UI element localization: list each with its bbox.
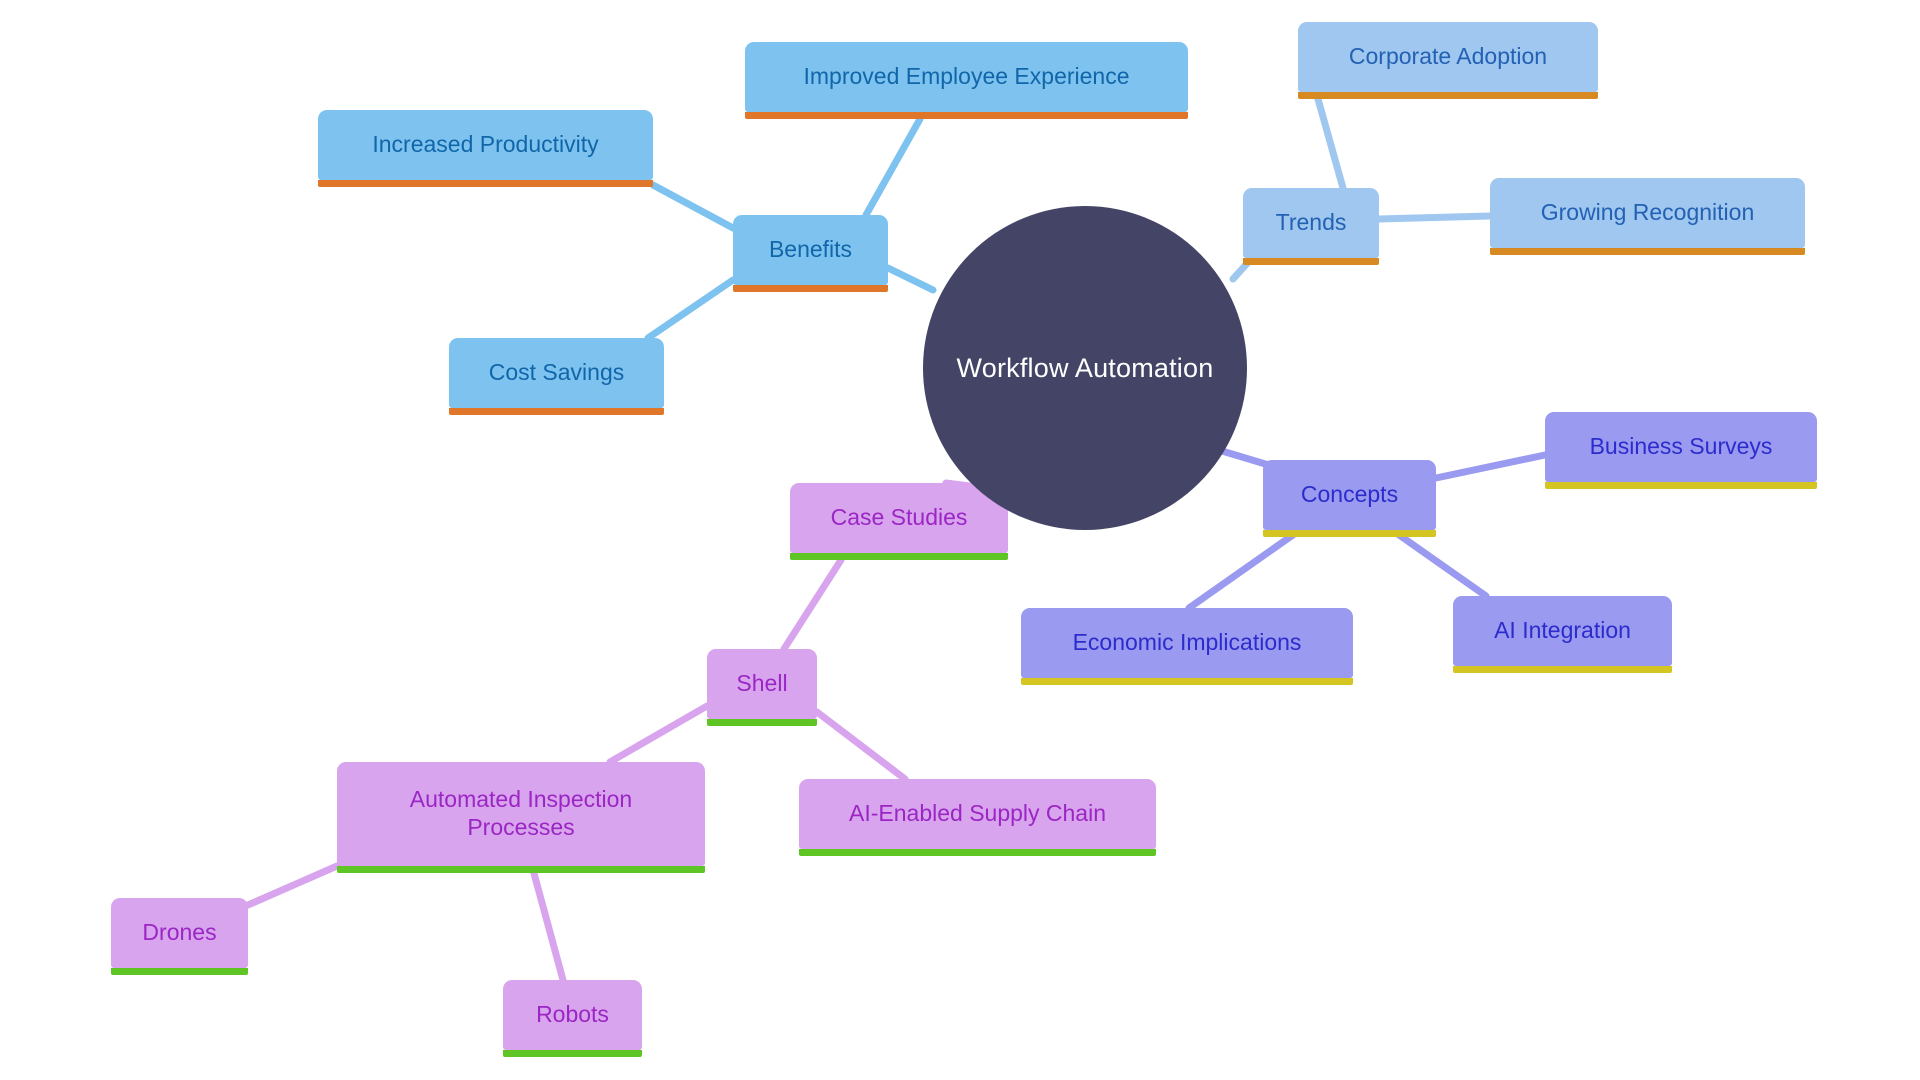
node-ai-integration[interactable]: AI Integration (1453, 596, 1672, 673)
node-label-cost-savings: Cost Savings (488, 359, 625, 386)
node-business-surveys[interactable]: Business Surveys (1545, 412, 1817, 489)
node-label-benefits: Benefits (768, 236, 853, 263)
node-concepts[interactable]: Concepts (1263, 460, 1436, 537)
node-label-ai-enabled-supply-chain: AI-Enabled Supply Chain (849, 800, 1106, 827)
node-label-corporate-adoption: Corporate Adoption (1348, 43, 1548, 70)
node-label-case-studies: Case Studies (830, 504, 968, 531)
node-economic-implications[interactable]: Economic Implications (1021, 608, 1353, 685)
edge-case_studies-to-shell (780, 556, 845, 653)
node-shell[interactable]: Shell (707, 649, 817, 726)
edge-benefits-to-increased_productivity (649, 181, 737, 232)
node-label-growing-recognition: Growing Recognition (1540, 199, 1755, 226)
node-growing-recognition[interactable]: Growing Recognition (1490, 178, 1805, 255)
node-label-economic-implications: Economic Implications (1072, 629, 1302, 656)
node-label-automated-inspection-processes: Automated Inspection Processes (409, 786, 633, 840)
node-label-shell: Shell (736, 670, 788, 697)
node-label-business-surveys: Business Surveys (1589, 433, 1773, 460)
node-improved-employee-experience[interactable]: Improved Employee Experience (745, 42, 1188, 119)
edge-root-to-benefits (884, 264, 937, 294)
edge-benefits-to-improved_employee_experience (862, 115, 924, 219)
node-corporate-adoption[interactable]: Corporate Adoption (1298, 22, 1598, 99)
mind-map-canvas: Workflow Automation Benefits Increased Pro… (0, 0, 1920, 1080)
node-trends[interactable]: Trends (1243, 188, 1379, 265)
node-label-drones: Drones (142, 919, 217, 946)
node-label-robots: Robots (536, 1001, 609, 1028)
node-ai-enabled-supply-chain[interactable]: AI-Enabled Supply Chain (799, 779, 1156, 856)
node-label-trends: Trends (1275, 209, 1347, 236)
node-label-increased-productivity: Increased Productivity (372, 131, 599, 158)
node-label-improved-employee-experience: Improved Employee Experience (803, 63, 1130, 90)
node-case-studies[interactable]: Case Studies (790, 483, 1008, 560)
edge-trends-to-growing_recognition (1375, 212, 1494, 223)
node-cost-savings[interactable]: Cost Savings (449, 338, 664, 415)
edge-concepts-to-business_surveys (1432, 451, 1549, 482)
node-drones[interactable]: Drones (111, 898, 248, 975)
edge-shell-to-automated_inspection_processes (606, 702, 711, 766)
node-robots[interactable]: Robots (503, 980, 642, 1057)
edge-concepts-to-ai_integration (1388, 526, 1490, 600)
node-increased-productivity[interactable]: Increased Productivity (318, 110, 653, 187)
edge-automated_inspection_processes-to-robots (528, 862, 567, 984)
node-label-root: Workflow Automation (956, 352, 1214, 383)
node-benefits[interactable]: Benefits (733, 215, 888, 292)
node-label-ai-integration: AI Integration (1494, 617, 1631, 644)
edge-automated_inspection_processes-to-drones (244, 862, 341, 909)
edge-benefits-to-cost_savings (644, 276, 737, 342)
node-label-concepts: Concepts (1300, 481, 1399, 508)
node-automated-inspection-processes[interactable]: Automated Inspection Processes (337, 762, 705, 873)
edge-trends-to-corporate_adoption (1314, 95, 1347, 192)
edge-concepts-to-economic_implications (1185, 526, 1304, 612)
node-root[interactable]: Workflow Automation (923, 206, 1247, 530)
edge-shell-to-ai_enabled_supply_chain (813, 708, 909, 783)
